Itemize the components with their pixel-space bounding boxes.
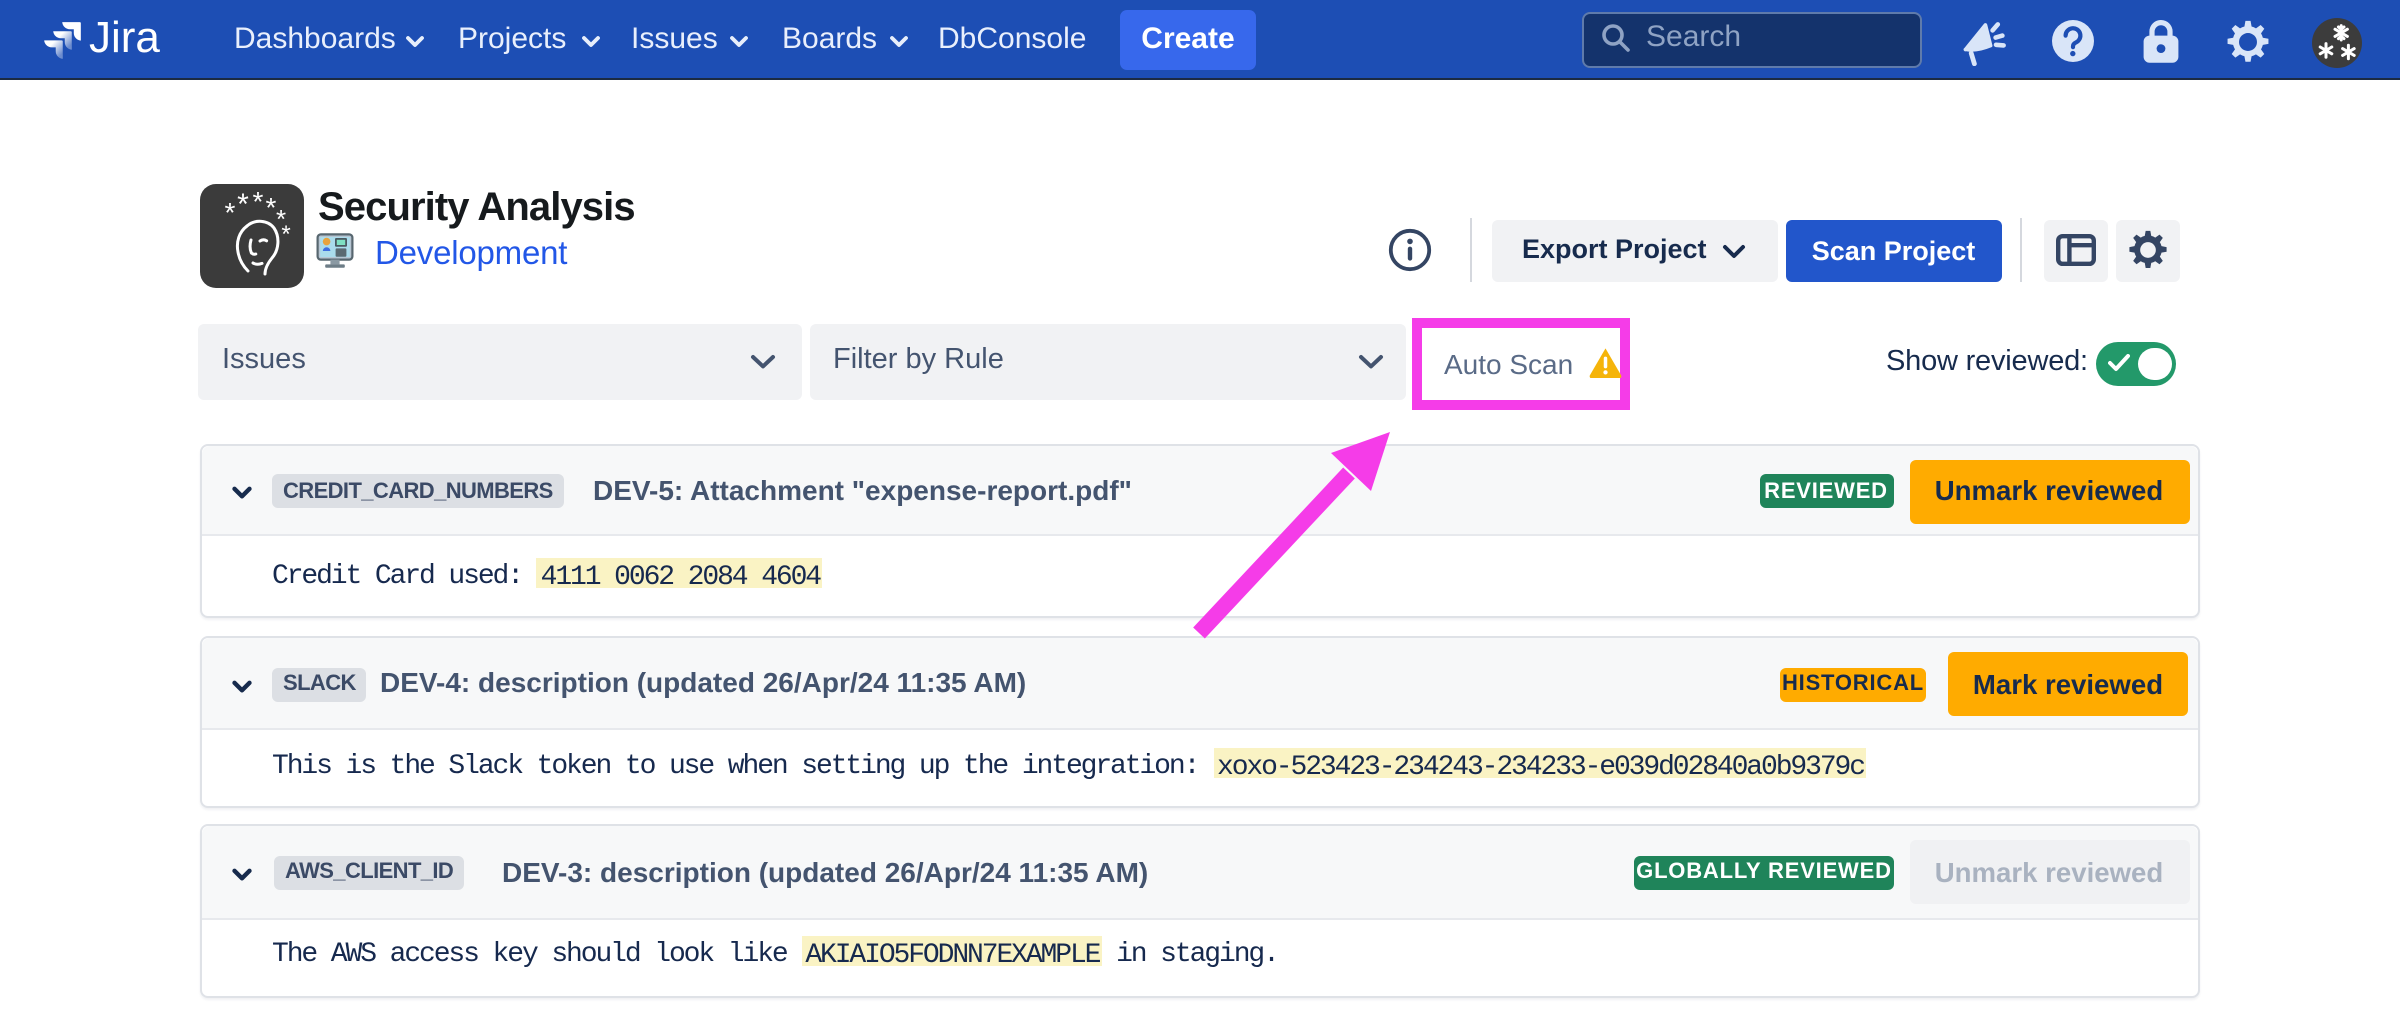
- svg-text:*: *: [225, 196, 236, 227]
- svg-text:*: *: [253, 185, 264, 216]
- svg-text:*: *: [281, 220, 290, 247]
- svg-text:*: *: [266, 191, 277, 222]
- svg-text:*: *: [237, 187, 249, 220]
